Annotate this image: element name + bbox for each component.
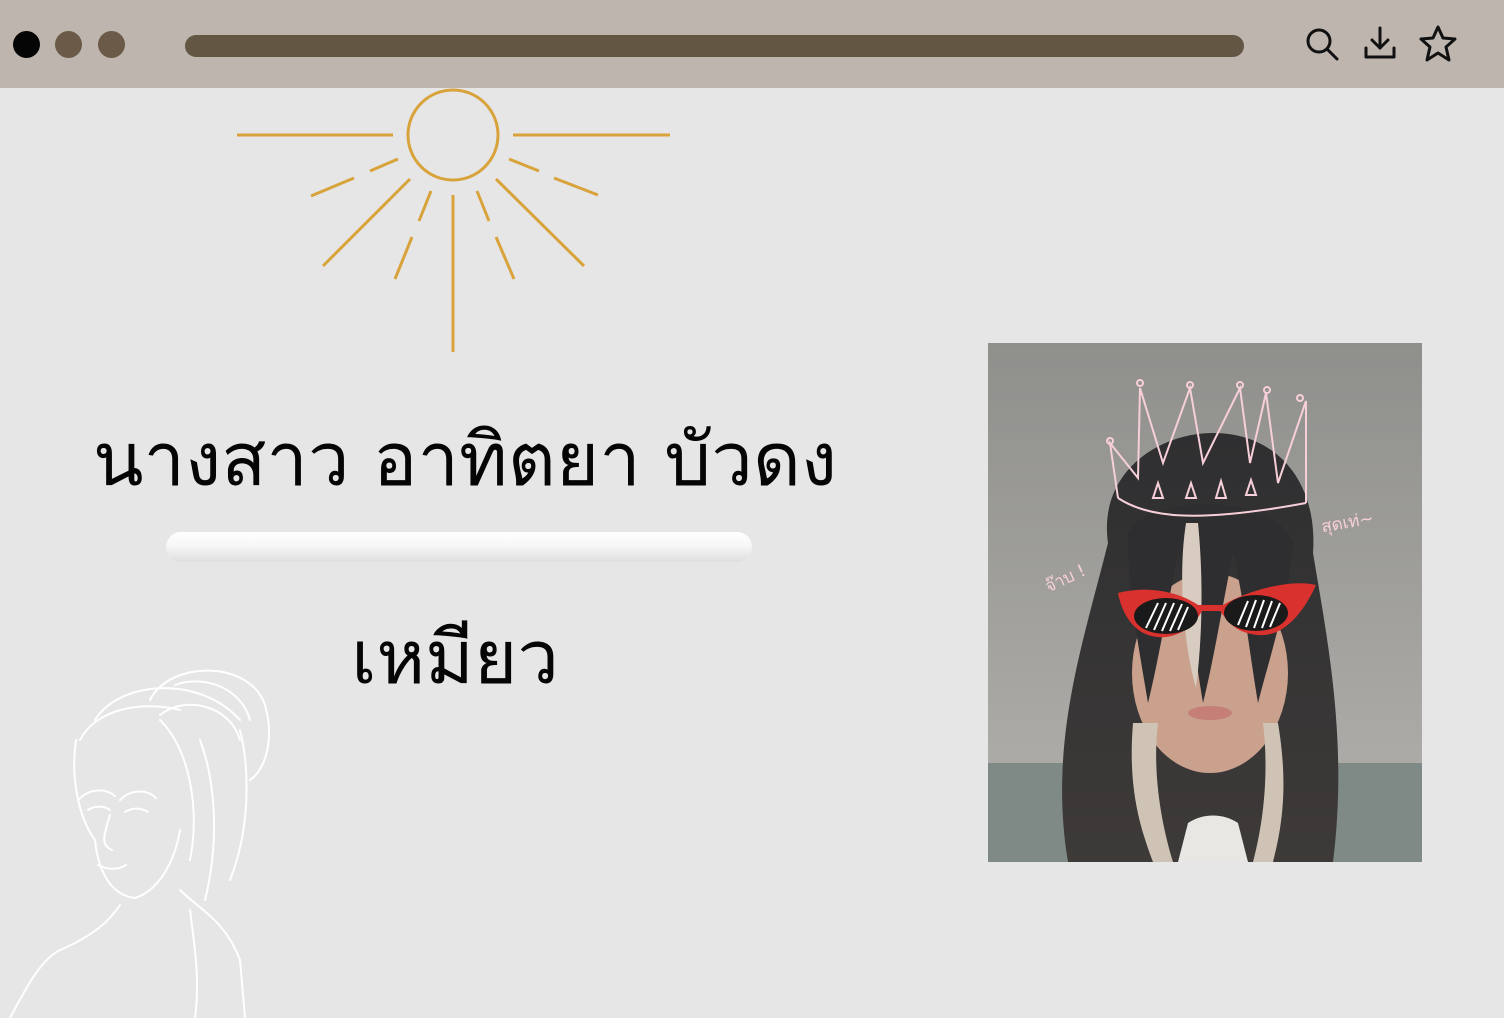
download-icon[interactable] [1360, 24, 1400, 64]
address-bar[interactable] [185, 35, 1244, 57]
profile-photo: จ๊าบ ! สุดเท่~ [988, 343, 1422, 862]
window-minimize-dot[interactable] [55, 31, 82, 58]
star-icon[interactable] [1418, 24, 1458, 64]
woman-lineart-illustration [9, 669, 271, 1018]
name-divider [166, 532, 752, 562]
browser-titlebar [0, 0, 1504, 88]
full-name-heading: นางสาว อาทิตยา บัวดง [92, 417, 838, 503]
search-icon[interactable] [1302, 24, 1342, 64]
nickname-text: เหมียว [351, 615, 559, 701]
window-maximize-dot[interactable] [98, 31, 125, 58]
sun-decoration [237, 88, 670, 352]
window-close-dot[interactable] [13, 31, 40, 58]
